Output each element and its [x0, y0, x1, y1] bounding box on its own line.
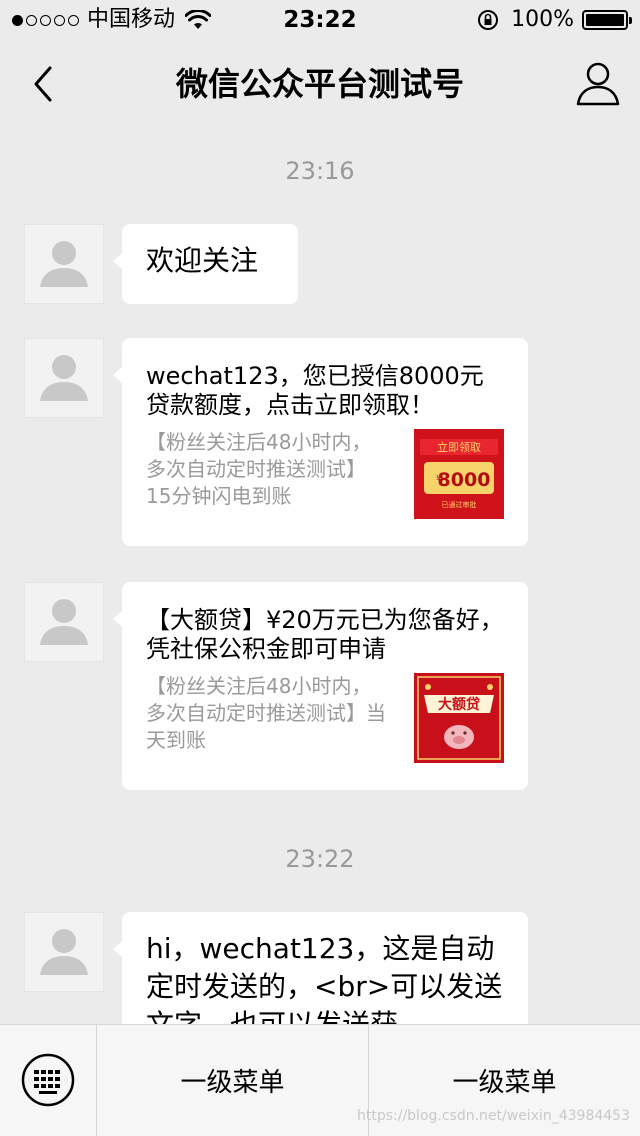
article-card[interactable]: 【大额贷】¥20万元已为您备好，凭社保公积金即可申请 【粉丝关注后48小时内，多…: [113, 582, 528, 790]
article-title: wechat123，您已授信8000元贷款额度，点击立即领取！: [146, 362, 484, 419]
text-message[interactable]: hi，wechat123，这是自动定时发送的，<br>可以发送文字，也可以发送获: [113, 912, 528, 1024]
message-timestamp: 23:22: [285, 845, 355, 873]
battery-percent: 100%: [511, 7, 574, 32]
article-thumbnail: 立即领取 ¥ 8000 已通过审批: [414, 429, 504, 519]
keyboard-icon: [21, 1053, 75, 1107]
page-title: 微信公众平台测试号: [175, 65, 464, 103]
avatar[interactable]: [24, 582, 104, 662]
article-title: 【大额贷】¥20万元已为您备好，凭社保公积金即可申请: [146, 606, 504, 663]
person-icon[interactable]: [574, 58, 622, 110]
nav-bar: 微信公众平台测试号: [0, 40, 640, 128]
avatar[interactable]: [24, 224, 104, 304]
menu-button-1[interactable]: 一级菜单: [97, 1025, 369, 1136]
svg-text:立即领取: 立即领取: [437, 440, 481, 454]
bottom-menu: 一级菜单 一级菜单 https://blog.csdn.net/weixin_4…: [0, 1024, 640, 1136]
battery-icon: [582, 10, 632, 30]
article-description: 【粉丝关注后48小时内，多次自动定时推送测试】15分钟闪电到账: [146, 430, 372, 508]
keyboard-toggle-button[interactable]: [0, 1025, 97, 1136]
chevron-left-icon[interactable]: [22, 60, 66, 108]
svg-text:大额贷: 大额贷: [438, 696, 480, 713]
avatar[interactable]: [24, 338, 104, 418]
avatar[interactable]: [24, 912, 104, 992]
status-bar: 中国移动 23:22 100%: [0, 0, 640, 40]
message-timestamp: 23:16: [285, 157, 355, 185]
rotation-lock-icon: [478, 10, 499, 30]
watermark: https://blog.csdn.net/weixin_43984453: [356, 1108, 630, 1124]
chat-area[interactable]: 23:16 欢迎关注 wechat123，您已授信8000元贷款额度，点击立即领…: [0, 128, 640, 1024]
text-message[interactable]: 欢迎关注: [113, 224, 298, 304]
article-card[interactable]: wechat123，您已授信8000元贷款额度，点击立即领取！ 【粉丝关注后48…: [113, 338, 528, 546]
article-thumbnail: 大额贷: [414, 673, 504, 763]
svg-text:已通过审批: 已通过审批: [442, 500, 477, 509]
svg-text:8000: 8000: [438, 469, 491, 491]
article-description: 【粉丝关注后48小时内，多次自动定时推送测试】当天到账: [146, 674, 386, 752]
